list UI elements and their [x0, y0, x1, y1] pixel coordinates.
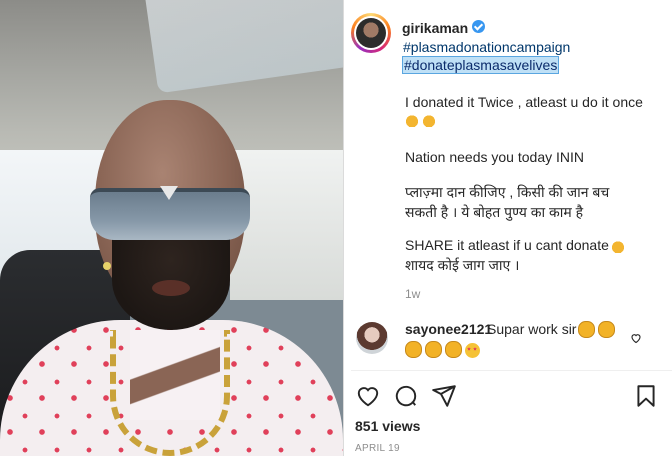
- author-username[interactable]: girikaman: [402, 20, 468, 36]
- view-count[interactable]: 851 views: [355, 418, 420, 434]
- folded-hands-icon: [611, 238, 628, 256]
- action-divider: [351, 370, 672, 371]
- star-struck-face-icon: [465, 343, 480, 358]
- caption-line: Nation needs you today ININ: [405, 149, 584, 165]
- small-heart-icon[interactable]: [629, 332, 643, 346]
- folded-hands-emoji-row: [405, 112, 439, 130]
- comment-username[interactable]: sayonee2121: [405, 321, 492, 337]
- caption-line: सकती है । ये बोहत पुण्य का काम है: [405, 204, 584, 220]
- hashtag-link-selected[interactable]: #donateplasmasavelives: [401, 56, 560, 74]
- clapping-hands-icon: [425, 341, 442, 358]
- comment-bubble-icon[interactable]: [393, 383, 419, 409]
- caption-line: SHARE it atleast if u cant donate: [405, 237, 609, 253]
- heart-icon[interactable]: [355, 383, 381, 409]
- post-video[interactable]: [0, 0, 343, 456]
- bookmark-icon[interactable]: [633, 383, 659, 409]
- post-date[interactable]: APRIL 19: [355, 443, 400, 454]
- comment-text: Supar work sir: [487, 321, 577, 337]
- paper-plane-icon[interactable]: [431, 383, 457, 409]
- clapping-hands-icon: [445, 341, 462, 358]
- author-avatar-image: [356, 18, 386, 48]
- folded-hands-icon: [405, 113, 419, 127]
- person-mouth: [152, 280, 190, 296]
- caption-line: शायद कोई जाग जाए ।: [405, 257, 520, 273]
- verified-badge-icon: [472, 20, 485, 33]
- hashtag-link[interactable]: #plasmadonationcampaign: [403, 39, 570, 55]
- earring: [103, 262, 111, 270]
- gold-chain: [110, 330, 230, 456]
- commenter-avatar[interactable]: [356, 322, 388, 354]
- caption-line: प्लाज़्मा दान कीजिए , किसी की जान बच: [405, 184, 610, 200]
- clapping-hands-icon: [598, 321, 615, 338]
- folded-hands-icon: [422, 113, 436, 127]
- comment-emojis: [405, 341, 480, 363]
- author-avatar[interactable]: [351, 13, 391, 53]
- clapping-hands-emoji-row: [578, 321, 618, 343]
- post-time-ago[interactable]: 1w: [405, 287, 420, 301]
- clapping-hands-icon: [405, 341, 422, 358]
- post-view: [0, 0, 672, 456]
- clapping-hands-icon: [578, 321, 595, 338]
- caption-line: I donated it Twice , atleast u do it onc…: [405, 94, 643, 110]
